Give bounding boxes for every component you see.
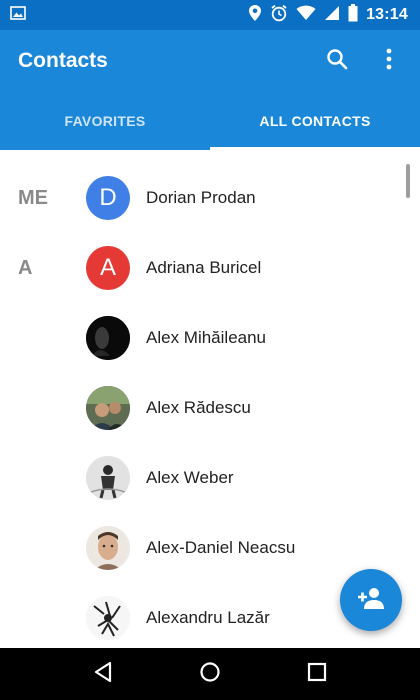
list-item[interactable]: A A Adriana Buricel: [0, 233, 420, 303]
list-item[interactable]: Alex Rădescu: [0, 373, 420, 443]
search-icon: [326, 48, 348, 75]
alarm-icon: [270, 4, 288, 27]
more-vert-icon: [386, 48, 392, 75]
status-time: 13:14: [366, 6, 408, 23]
recents-button[interactable]: [297, 654, 337, 694]
more-options-button[interactable]: [374, 46, 404, 76]
contact-name: Dorian Prodan: [146, 188, 256, 207]
tab-favorites[interactable]: FAVORITES: [0, 92, 210, 150]
avatar: A: [86, 246, 130, 290]
search-button[interactable]: [322, 46, 352, 76]
app-bar: Contacts: [0, 30, 420, 92]
avatar-photo: [86, 316, 130, 360]
navigation-bar: [0, 648, 420, 700]
scrollbar[interactable]: [406, 164, 410, 198]
avatar: D: [86, 176, 130, 220]
add-person-icon: [356, 586, 386, 615]
location-icon: [248, 4, 262, 27]
avatar-photo: [86, 526, 130, 570]
tab-bar: FAVORITES ALL CONTACTS: [0, 92, 420, 150]
avatar-photo: [86, 456, 130, 500]
contact-name: Alex Mihăileanu: [146, 328, 267, 347]
avatar-photo: [86, 596, 130, 640]
back-icon: [93, 661, 113, 688]
battery-icon: [348, 3, 358, 27]
contact-name: Alex Weber: [146, 468, 234, 487]
avatar-photo: [86, 386, 130, 430]
wifi-icon: [296, 5, 316, 26]
contact-name: Alex-Daniel Neacsu: [146, 538, 296, 557]
avatar-letter: A: [99, 254, 116, 281]
contact-name: Alex Rădescu: [146, 398, 251, 417]
back-button[interactable]: [83, 654, 123, 694]
gallery-icon: [10, 5, 26, 25]
signal-icon: [324, 5, 340, 26]
contact-name: Adriana Buricel: [146, 258, 262, 277]
section-header: ME: [18, 186, 48, 209]
list-item[interactable]: Alex Weber: [0, 443, 420, 513]
status-bar: 13:14: [0, 0, 420, 30]
tab-all-contacts[interactable]: ALL CONTACTS: [210, 92, 420, 150]
app-title: Contacts: [18, 49, 108, 72]
list-item[interactable]: Alex Mihăileanu: [0, 303, 420, 373]
list-item[interactable]: ME D Dorian Prodan: [0, 163, 420, 233]
section-header: A: [18, 256, 33, 279]
home-icon: [199, 661, 221, 688]
home-button[interactable]: [190, 654, 230, 694]
add-contact-button[interactable]: [340, 569, 402, 631]
recents-icon: [307, 662, 327, 687]
avatar-letter: D: [99, 184, 117, 211]
contact-name: Alexandru Lazăr: [146, 608, 270, 627]
